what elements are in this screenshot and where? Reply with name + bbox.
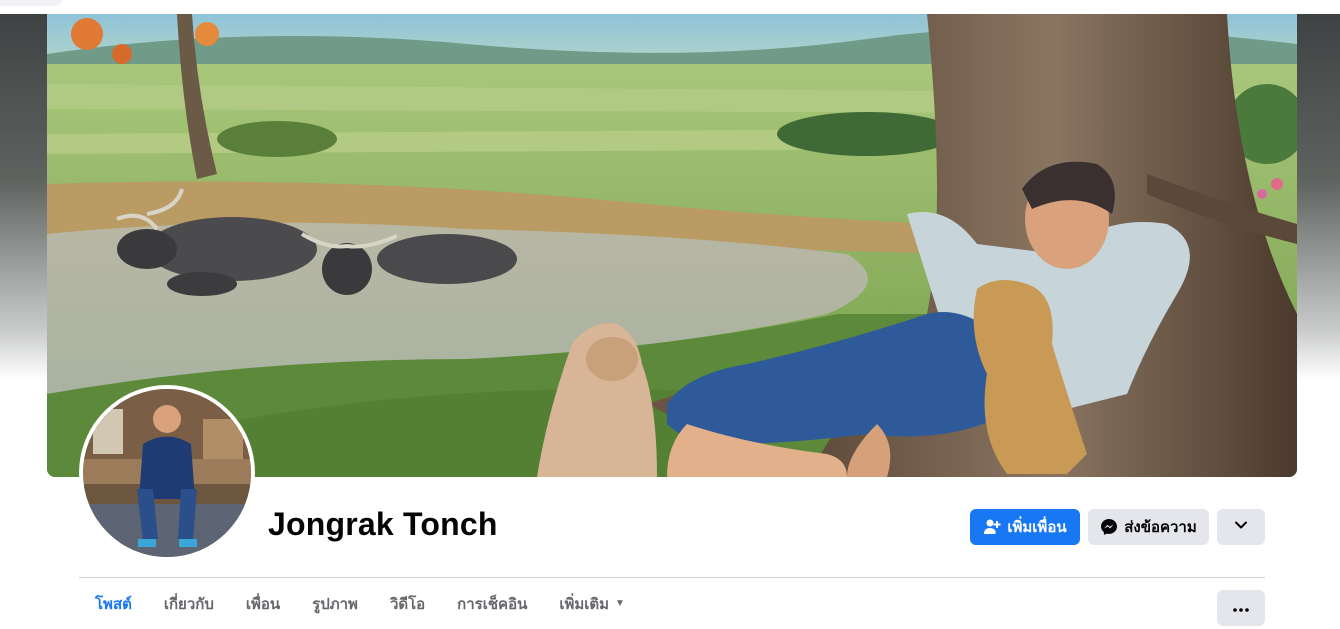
add-friend-label: เพิ่มเพื่อน xyxy=(1007,519,1067,536)
more-options-button[interactable] xyxy=(1217,509,1265,545)
top-bar xyxy=(0,0,1340,14)
messenger-icon xyxy=(1100,518,1118,536)
person-plus-icon xyxy=(983,518,1001,536)
tabs-more-button[interactable] xyxy=(1217,590,1265,626)
avatar-illustration xyxy=(83,389,251,557)
message-label: ส่งข้อความ xyxy=(1124,519,1197,536)
profile-name: Jongrak Tonch xyxy=(268,506,498,542)
tab-label: เพื่อน xyxy=(245,595,281,613)
add-friend-button[interactable]: เพิ่มเพื่อน xyxy=(970,509,1080,545)
tab-posts[interactable]: โพสต์ xyxy=(79,578,148,629)
tab-more[interactable]: เพิ่มเติม ▼ xyxy=(543,578,641,629)
avatar-photo xyxy=(83,389,251,557)
tab-label: โพสต์ xyxy=(95,595,132,613)
top-bar-tab xyxy=(0,0,64,6)
profile-tabs: โพสต์ เกี่ยวกับ เพื่อน รูปภาพ วิดีโอ การ… xyxy=(79,578,641,629)
ellipsis-icon xyxy=(1233,599,1249,617)
tab-videos[interactable]: วิดีโอ xyxy=(374,578,441,629)
chevron-down-icon xyxy=(1234,518,1248,536)
tab-photos[interactable]: รูปภาพ xyxy=(296,578,374,629)
tab-label: รูปภาพ xyxy=(312,595,358,613)
tab-about[interactable]: เกี่ยวกับ xyxy=(148,578,230,629)
tab-label: วิดีโอ xyxy=(389,595,426,613)
cover-painting xyxy=(47,14,1297,477)
tab-label: เกี่ยวกับ xyxy=(163,595,214,613)
tab-friends[interactable]: เพื่อน xyxy=(230,578,296,629)
tab-label: การเช็คอิน xyxy=(457,595,528,613)
cover-photo[interactable] xyxy=(47,14,1297,477)
caret-down-icon: ▼ xyxy=(615,598,625,609)
profile-avatar[interactable] xyxy=(79,385,255,561)
tab-checkins[interactable]: การเช็คอิน xyxy=(441,578,543,629)
tab-label: เพิ่มเติม xyxy=(559,595,610,613)
message-button[interactable]: ส่งข้อความ xyxy=(1088,509,1209,545)
